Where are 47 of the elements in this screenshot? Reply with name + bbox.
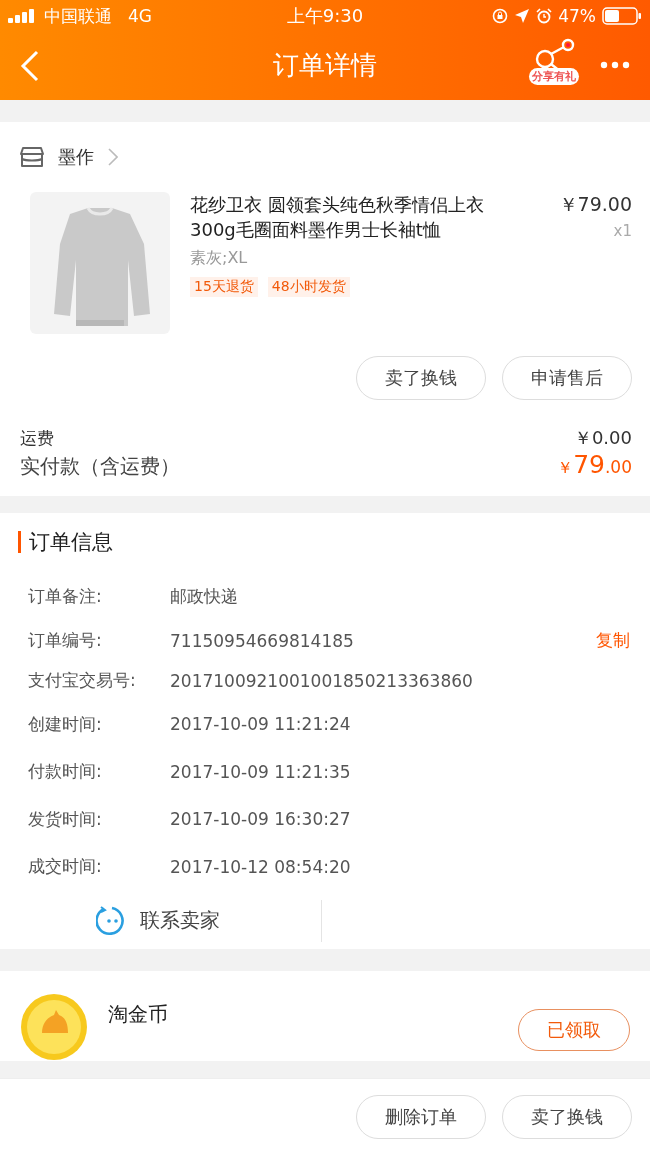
info-label: 创建时间:	[28, 712, 103, 736]
service-tag: 15天退货	[190, 277, 258, 297]
info-label: 订单备注:	[28, 585, 103, 609]
contact-seller-button[interactable]: 联系卖家	[96, 904, 321, 937]
info-label: 发货时间:	[28, 807, 103, 831]
info-value: 71150954669814185	[170, 630, 355, 651]
info-label: 支付宝交易号:	[28, 669, 137, 692]
action-button[interactable]: 申请售后	[502, 356, 632, 400]
product-price: ￥79.00	[558, 192, 632, 217]
info-label: 成交时间:	[28, 855, 103, 879]
shop-link[interactable]: 墨作	[20, 122, 118, 192]
carrier-text: 中国联通	[44, 4, 112, 28]
page-title: 订单详情	[273, 49, 377, 82]
info-value: 邮政快递	[170, 585, 239, 609]
location-arrow-icon	[514, 8, 531, 24]
action-button[interactable]: 卖了换钱	[502, 1095, 632, 1139]
rotation-lock-icon	[492, 8, 509, 24]
info-label: 订单编号:	[28, 629, 103, 652]
sku-text: 素灰;XL	[190, 248, 249, 269]
paid-amount: ￥79.00	[557, 450, 632, 479]
info-value: 2017-10-09 16:30:27	[170, 809, 352, 830]
more-icon[interactable]	[600, 61, 630, 69]
info-value: 2017100921001001850213363860	[170, 670, 474, 691]
back-icon[interactable]	[20, 50, 40, 82]
shipping-label: 运费	[20, 427, 54, 450]
network-text: 4G	[128, 6, 152, 26]
coin-title: 淘金币	[108, 1001, 168, 1028]
alarm-icon	[536, 8, 553, 24]
product-title: 花纱卫衣 圆领套头纯色秋季情侣上衣300g毛圈面料墨作男士长袖t恤	[190, 193, 485, 242]
battery-icon	[602, 7, 642, 25]
section-title: 订单信息	[18, 531, 113, 553]
action-button[interactable]: 删除订单	[356, 1095, 486, 1139]
store-icon	[20, 146, 44, 168]
paid-label: 实付款（含运费）	[20, 453, 180, 480]
info-value: 2017-10-09 11:21:35	[170, 761, 352, 782]
coin-icon	[20, 993, 88, 1061]
info-label: 付款时间:	[28, 760, 103, 784]
share-button[interactable]: 分享有礼	[526, 38, 582, 90]
info-value: 2017-10-09 11:21:24	[170, 714, 352, 735]
shipping-value: ￥0.00	[573, 426, 632, 450]
clock-text: 上午9:30	[286, 4, 364, 28]
quantity-text: x1	[613, 222, 632, 240]
battery-percent: 47%	[558, 6, 596, 26]
info-value: 2017-10-12 08:54:20	[170, 856, 352, 877]
service-tag: 48小时发货	[267, 277, 350, 297]
chevron-right-icon	[108, 148, 118, 166]
action-button[interactable]: 卖了换钱	[356, 356, 486, 400]
